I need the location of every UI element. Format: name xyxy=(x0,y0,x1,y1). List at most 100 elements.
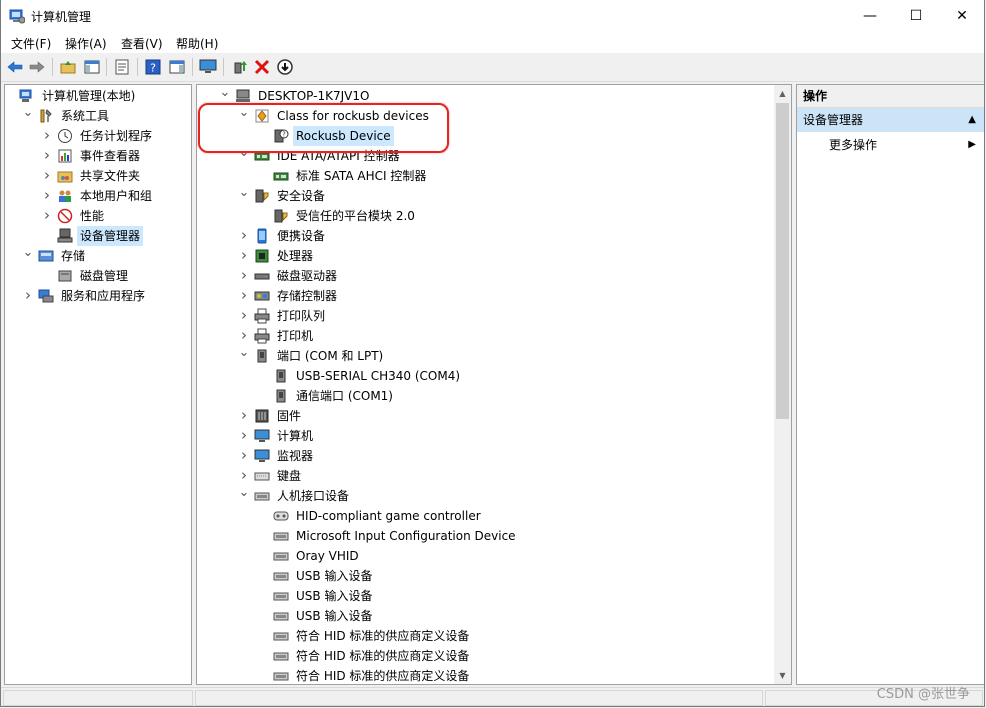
scan-hardware-icon[interactable] xyxy=(276,58,294,76)
chevron-down-icon[interactable]: ⌄ xyxy=(238,486,250,506)
tree-node[interactable]: › 事件查看器 xyxy=(5,146,191,166)
tree-node[interactable]: 通信端口 (COM1) xyxy=(197,386,791,406)
tree-node[interactable]: › 处理器 xyxy=(197,246,791,266)
chevron-right-icon[interactable]: › xyxy=(238,466,250,486)
menu-view[interactable]: 查看(V) xyxy=(121,35,163,52)
tree-node[interactable]: USB 输入设备 xyxy=(197,566,791,586)
tree-node[interactable]: › 本地用户和组 xyxy=(5,186,191,206)
tree-node[interactable]: › 固件 xyxy=(197,406,791,426)
rockusb-class-icon xyxy=(255,109,269,123)
tree-node[interactable]: 设备管理器 xyxy=(5,226,191,246)
show-hide-action-pane-icon[interactable] xyxy=(168,58,186,76)
chevron-right-icon[interactable]: › xyxy=(41,206,53,226)
tree-node[interactable]: 受信任的平台模块 2.0 xyxy=(197,206,791,226)
chevron-right-icon[interactable]: › xyxy=(41,166,53,186)
device-tree-pane[interactable]: ⌄ DESKTOP-1K7JV1O ⌄ Class for rockusb devic… xyxy=(196,84,792,685)
tree-node[interactable]: 符合 HID 标准的供应商定义设备 xyxy=(197,646,791,666)
chevron-right-icon[interactable]: › xyxy=(238,406,250,426)
tree-node[interactable]: ⌄ 端口 (COM 和 LPT) xyxy=(197,346,791,366)
chevron-right-icon[interactable]: › xyxy=(238,326,250,346)
tree-node[interactable]: Microsoft Input Configuration Device xyxy=(197,526,791,546)
tree-node[interactable]: ⌄ DESKTOP-1K7JV1O xyxy=(197,86,791,106)
chevron-down-icon[interactable]: ⌄ xyxy=(22,106,34,126)
tree-node[interactable]: › 计算机 xyxy=(197,426,791,446)
tree-node[interactable]: › 存储控制器 xyxy=(197,286,791,306)
chevron-down-icon[interactable]: ⌄ xyxy=(22,246,34,266)
hid-icon xyxy=(273,652,289,661)
chevron-right-icon[interactable]: › xyxy=(238,286,250,306)
tree-node[interactable]: › 监视器 xyxy=(197,446,791,466)
chevron-down-icon[interactable]: ⌄ xyxy=(238,346,250,366)
forward-arrow-icon[interactable] xyxy=(28,58,46,76)
up-folder-icon[interactable] xyxy=(59,58,77,76)
scroll-thumb[interactable] xyxy=(776,103,789,419)
back-arrow-icon[interactable] xyxy=(6,58,24,76)
menu-file[interactable]: 文件(F) xyxy=(11,35,51,52)
chevron-down-icon[interactable]: ⌄ xyxy=(238,186,250,206)
tree-node[interactable]: › 服务和应用程序 xyxy=(5,286,191,306)
chevron-down-icon[interactable]: ⌄ xyxy=(238,146,250,166)
chevron-down-icon[interactable]: ⌄ xyxy=(219,86,231,106)
tree-node[interactable]: ⌄ 系统工具 xyxy=(5,106,191,126)
tree-node[interactable]: USB 输入设备 xyxy=(197,606,791,626)
tree-node[interactable]: USB-SERIAL CH340 (COM4) xyxy=(197,366,791,386)
tree-node[interactable]: › 打印队列 xyxy=(197,306,791,326)
maximize-button[interactable]: ☐ xyxy=(893,0,939,31)
tree-node[interactable]: › 性能 xyxy=(5,206,191,226)
show-hide-console-tree-icon[interactable] xyxy=(83,58,101,76)
chevron-down-icon[interactable]: ⌄ xyxy=(238,106,250,126)
vertical-scrollbar[interactable]: ▲ ▼ xyxy=(774,85,791,684)
chevron-right-icon[interactable]: › xyxy=(238,306,250,326)
monitor-icon[interactable] xyxy=(199,58,217,76)
hid-icon xyxy=(273,592,289,601)
tree-node[interactable]: › 共享文件夹 xyxy=(5,166,191,186)
tree-node[interactable]: › 键盘 xyxy=(197,466,791,486)
menu-help[interactable]: 帮助(H) xyxy=(176,35,218,52)
chevron-right-icon[interactable]: › xyxy=(41,146,53,166)
tree-node[interactable]: USB 输入设备 xyxy=(197,586,791,606)
menu-action[interactable]: 操作(A) xyxy=(65,35,107,52)
tree-node[interactable]: Oray VHID xyxy=(197,546,791,566)
processor-icon xyxy=(255,249,269,263)
tree-node[interactable]: › 打印机 xyxy=(197,326,791,346)
close-button[interactable]: ✕ xyxy=(939,0,984,31)
chevron-right-icon[interactable]: › xyxy=(41,186,53,206)
tree-node-label: 固件 xyxy=(277,409,302,423)
tree-node[interactable]: ? Rockusb Device xyxy=(197,126,791,146)
chevron-right-icon[interactable]: › xyxy=(238,246,250,266)
more-actions-item[interactable]: 更多操作 ▶ xyxy=(797,134,984,156)
uninstall-icon[interactable] xyxy=(253,58,271,76)
chevron-right-icon[interactable]: › xyxy=(22,286,34,306)
storage-controller-icon xyxy=(254,291,270,301)
tree-node[interactable]: 符合 HID 标准的供应商定义设备 xyxy=(197,626,791,646)
chevron-right-icon[interactable]: › xyxy=(238,446,250,466)
console-tree-pane[interactable]: 计算机管理(本地) ⌄ 系统工具 › 任务计划程序 › 事件查看器 › 共享文件夹 › 本地用户和组… xyxy=(4,84,192,685)
tree-node[interactable]: 磁盘管理 xyxy=(5,266,191,286)
chevron-right-icon[interactable]: › xyxy=(238,266,250,286)
tree-node[interactable]: ⌄ 人机接口设备 xyxy=(197,486,791,506)
chevron-right-icon[interactable]: › xyxy=(238,426,250,446)
tree-node[interactable]: 符合 HID 标准的供应商定义设备 xyxy=(197,666,791,684)
tree-node[interactable]: 计算机管理(本地) xyxy=(5,86,191,106)
tree-node[interactable]: › 任务计划程序 xyxy=(5,126,191,146)
tree-node[interactable]: 标准 SATA AHCI 控制器 xyxy=(197,166,791,186)
scroll-up-icon[interactable]: ▲ xyxy=(774,85,791,102)
help-icon[interactable]: ? xyxy=(144,58,162,76)
minimize-button[interactable]: — xyxy=(847,0,893,31)
tree-node[interactable]: ⌄ Class for rockusb devices xyxy=(197,106,791,126)
tree-node-label: Class for rockusb devices xyxy=(277,109,429,123)
hid-icon xyxy=(273,532,289,541)
properties-icon[interactable] xyxy=(113,58,131,76)
tree-node[interactable]: ⌄ 安全设备 xyxy=(197,186,791,206)
collapse-up-icon[interactable]: ▲ xyxy=(968,108,976,132)
scroll-down-icon[interactable]: ▼ xyxy=(774,667,791,684)
actions-section-device-manager[interactable]: 设备管理器 ▲ xyxy=(797,108,984,132)
update-driver-icon[interactable] xyxy=(231,58,249,76)
chevron-right-icon[interactable]: › xyxy=(41,126,53,146)
tree-node[interactable]: › 便携设备 xyxy=(197,226,791,246)
tree-node[interactable]: ⌄ 存储 xyxy=(5,246,191,266)
tree-node[interactable]: HID-compliant game controller xyxy=(197,506,791,526)
tree-node[interactable]: ⌄ IDE ATA/ATAPI 控制器 xyxy=(197,146,791,166)
chevron-right-icon[interactable]: › xyxy=(238,226,250,246)
tree-node[interactable]: › 磁盘驱动器 xyxy=(197,266,791,286)
